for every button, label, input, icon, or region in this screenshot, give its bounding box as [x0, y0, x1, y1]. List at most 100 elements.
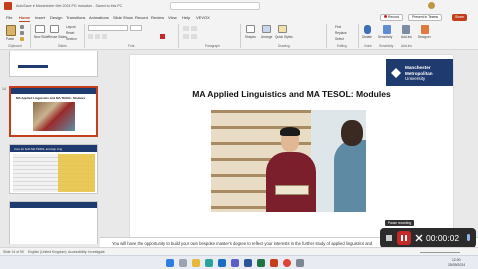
sensitivity-label: Sensitivity: [378, 35, 393, 39]
windows-start-icon[interactable]: [166, 259, 174, 267]
slide-thumbnail[interactable]: [9, 201, 98, 244]
logo-line-1: Manchester: [405, 65, 431, 70]
chrome-icon[interactable]: [283, 259, 291, 267]
zoom-slider[interactable]: [420, 251, 460, 253]
tab-help[interactable]: Help: [182, 15, 190, 20]
slide-thumbnail[interactable]: [9, 51, 98, 77]
minimize-button[interactable]: [444, 2, 452, 10]
tab-slide-show[interactable]: Slide Show: [113, 15, 133, 20]
reuse-slides-icon[interactable]: [50, 25, 59, 33]
sensitivity-icon[interactable]: [383, 25, 391, 34]
dictate-icon[interactable]: [364, 25, 371, 34]
align-center-button[interactable]: [191, 34, 197, 39]
user-avatar[interactable]: [428, 2, 435, 9]
reset-label[interactable]: Reset: [66, 31, 74, 35]
share-button[interactable]: Share: [452, 14, 468, 21]
open-book: [275, 185, 309, 195]
tab-record[interactable]: Record: [135, 15, 148, 20]
thumbnail-content: [18, 65, 48, 68]
slide-count: Slide 14 of 59: [3, 249, 24, 254]
replace-label[interactable]: Replace: [335, 31, 347, 35]
reuse-slides-label: Reuse Slides: [48, 35, 67, 39]
font-name-select[interactable]: [88, 25, 128, 31]
copy-icon[interactable]: [20, 31, 24, 35]
group-add-ins: Add-ins: [401, 44, 412, 48]
ribbon-separator: [358, 24, 359, 48]
taskbar-clock[interactable]: 12:00: [452, 258, 461, 262]
select-label[interactable]: Select: [335, 37, 344, 41]
maximize-button[interactable]: [456, 2, 464, 10]
group-sensitivity: Sensitivity: [379, 44, 394, 48]
tab-animations[interactable]: Animations: [89, 15, 109, 20]
bullets-button[interactable]: [183, 26, 189, 31]
slide-thumbnail-pane[interactable]: 14 MA Applied Linguistics and MA TESOL: …: [0, 51, 100, 244]
arrange-icon[interactable]: [262, 25, 271, 33]
tab-view[interactable]: View: [168, 15, 177, 20]
numbering-button[interactable]: [191, 26, 197, 31]
outlook-icon[interactable]: [218, 259, 226, 267]
layout-label[interactable]: Layout: [66, 25, 76, 29]
menu-bar: File Home Insert Design Transitions Anim…: [0, 12, 478, 22]
dictate-label: Dictate: [362, 35, 372, 39]
tab-home[interactable]: Home: [19, 15, 31, 22]
align-left-button[interactable]: [183, 34, 189, 39]
word-icon[interactable]: [244, 259, 252, 267]
slide-photo[interactable]: [211, 110, 366, 212]
powerpoint-taskbar-icon[interactable]: [270, 259, 278, 267]
font-size-select[interactable]: [130, 25, 142, 31]
edge-browser-icon[interactable]: [205, 259, 213, 267]
quick-styles-icon[interactable]: [278, 25, 287, 33]
app-icon[interactable]: [296, 259, 304, 267]
tab-review[interactable]: Review: [151, 15, 164, 20]
group-editing: Editing: [337, 44, 347, 48]
slide-thumbnail-current[interactable]: MA Applied Linguistics and MA TESOL: Mod…: [9, 86, 98, 137]
shapes-label: Shapes: [245, 35, 256, 39]
present-in-teams-button[interactable]: Present in Teams: [408, 14, 443, 21]
second-person: [334, 140, 366, 212]
slide-thumbnail[interactable]: Core for both MA TESOL and App Ling: [9, 144, 98, 194]
font-color-button[interactable]: [160, 34, 165, 39]
university-crest-icon: [391, 68, 401, 78]
teams-icon[interactable]: [231, 259, 239, 267]
taskbar-date[interactable]: 25/09/2024: [448, 263, 465, 267]
microphone-icon[interactable]: [467, 234, 470, 241]
thumbnail-table-accent: [58, 154, 95, 192]
new-slide-icon[interactable]: [35, 25, 45, 33]
tab-vevox[interactable]: VEVOX: [196, 15, 210, 20]
university-logo-banner: Manchester Metropolitan University: [386, 59, 453, 86]
thumbnail-title: MA Applied Linguistics and MA TESOL: Mod…: [16, 96, 86, 100]
taskbar-search-icon[interactable]: [179, 259, 187, 267]
tab-insert[interactable]: Insert: [35, 15, 45, 20]
paste-icon[interactable]: [6, 25, 16, 36]
designer-icon[interactable]: [421, 25, 429, 34]
excel-icon[interactable]: [257, 259, 265, 267]
person-hair: [280, 127, 300, 136]
section-label[interactable]: Section: [66, 37, 77, 41]
record-button[interactable]: Record: [380, 14, 403, 21]
accessibility-indicator[interactable]: Accessibility: Investigate: [68, 250, 105, 254]
current-slide[interactable]: Manchester Metropolitan University MA Ap…: [130, 55, 453, 237]
window-title: AutoSave ● Manchester Met 2024 PG Induct…: [16, 3, 123, 8]
present-teams-label: Present in Teams: [412, 15, 439, 19]
title-bar: AutoSave ● Manchester Met 2024 PG Induct…: [0, 0, 478, 12]
find-label[interactable]: Find: [335, 25, 341, 29]
shapes-icon[interactable]: [246, 25, 255, 33]
tab-file[interactable]: File: [6, 15, 12, 20]
file-explorer-icon[interactable]: [192, 259, 200, 267]
pause-recording-button[interactable]: [397, 231, 411, 245]
format-painter-icon[interactable]: [20, 37, 24, 41]
stop-icon[interactable]: [386, 235, 392, 241]
tab-transitions[interactable]: Transitions: [66, 15, 85, 20]
tab-design[interactable]: Design: [50, 15, 62, 20]
underline-button[interactable]: [102, 34, 107, 39]
close-button[interactable]: [468, 2, 476, 10]
add-ins-icon[interactable]: [402, 25, 410, 34]
search-box[interactable]: [170, 2, 260, 10]
discard-icon[interactable]: [415, 234, 423, 242]
slide-title[interactable]: MA Applied Linguistics and MA TESOL: Mod…: [130, 89, 453, 99]
bold-button[interactable]: [88, 34, 93, 39]
ribbon: Paste Clipboard New Slide Reuse Slides L…: [0, 22, 478, 50]
italic-button[interactable]: [95, 34, 100, 39]
cut-icon[interactable]: [20, 25, 24, 29]
language-indicator[interactable]: English (United Kingdom): [28, 250, 66, 254]
